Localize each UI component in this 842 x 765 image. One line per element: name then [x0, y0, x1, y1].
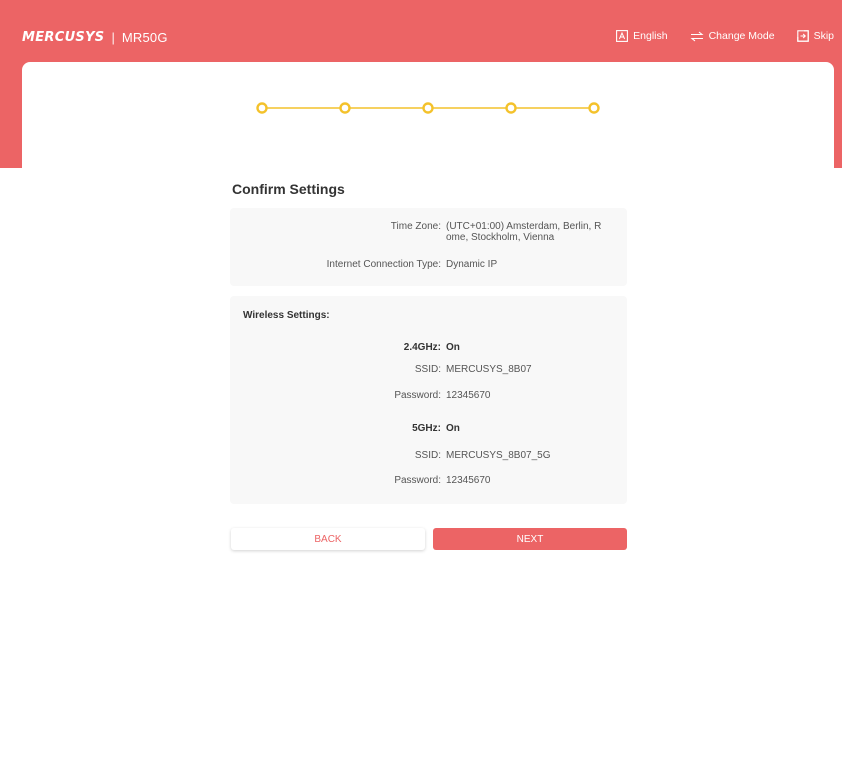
language-button[interactable]: English: [616, 30, 668, 42]
header-actions: English Change Mode Skip: [594, 26, 834, 46]
band-5-status: On: [446, 423, 460, 434]
progress-stepper: [232, 99, 604, 117]
stepper-dot: [422, 102, 434, 114]
stepper-graphic: [256, 102, 600, 114]
time-zone-label: Time Zone:: [390, 221, 441, 232]
next-button[interactable]: NEXT: [433, 528, 627, 550]
band-24-password-label: Password:: [394, 390, 441, 401]
stepper-dot: [339, 102, 351, 114]
time-zone-value-line1: (UTC+01:00) Amsterdam, Berlin, R: [446, 221, 602, 232]
connection-type-label: Internet Connection Type:: [326, 259, 441, 270]
skip-button[interactable]: Skip: [796, 30, 834, 42]
band-5-ssid-label: SSID:: [414, 450, 441, 461]
general-settings-panel: Time Zone: (UTC+01:00) Amsterdam, Berlin…: [230, 208, 627, 286]
wireless-settings-panel: Wireless Settings: 2.4GHz: On SSID: MERC…: [230, 296, 627, 504]
back-button[interactable]: BACK: [231, 528, 425, 550]
skip-label: Skip: [813, 30, 834, 42]
band-5-label: 5GHz:: [412, 423, 441, 434]
header: MERCUSYS | MR50G English Change Mode Ski…: [0, 0, 842, 62]
band-5-password: 12345670: [446, 475, 491, 486]
band-5-password-label: Password:: [394, 475, 441, 486]
time-zone-value-line2: ome, Stockholm, Vienna: [446, 232, 555, 243]
skip-icon: [796, 30, 809, 42]
change-mode-icon: [690, 31, 704, 41]
wireless-settings-title: Wireless Settings:: [243, 310, 330, 321]
brand-model: MR50G: [121, 29, 168, 45]
stepper-dot: [505, 102, 517, 114]
connection-type-value: Dynamic IP: [446, 259, 498, 270]
band-24-status: On: [446, 342, 460, 353]
band-24-password: 12345670: [446, 390, 491, 401]
stepper-dot: [588, 102, 600, 114]
band-24-ssid-label: SSID:: [414, 364, 441, 375]
brand-separator: |: [111, 29, 115, 45]
language-icon: [616, 30, 629, 42]
band-5-ssid: MERCUSYS_8B07_5G: [446, 450, 551, 461]
time-zone-value: (UTC+01:00) Amsterdam, Berlin, R ome, St…: [446, 221, 624, 243]
page-title: Confirm Settings: [232, 181, 345, 197]
change-mode-label: Change Mode: [708, 30, 775, 42]
band-24-label: 2.4GHz:: [403, 342, 441, 353]
band-24-ssid: MERCUSYS_8B07: [446, 364, 532, 375]
language-label: English: [633, 30, 668, 42]
stepper-dot: [256, 102, 268, 114]
change-mode-button[interactable]: Change Mode: [690, 30, 775, 42]
brand-logo: MERCUSYS: [22, 29, 105, 45]
brand: MERCUSYS | MR50G: [22, 28, 168, 46]
